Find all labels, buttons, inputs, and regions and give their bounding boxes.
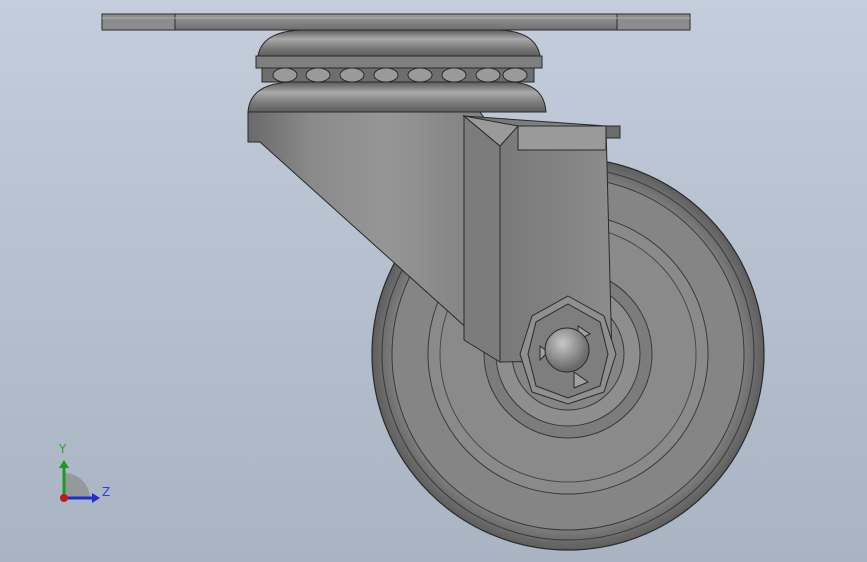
orientation-triad: Y Z [48,440,118,510]
triad-y-label: Y [59,442,67,456]
caster-wheel-model[interactable] [0,0,867,562]
graphics-viewport[interactable]: Y Z [0,0,867,562]
side-bracket [247,111,501,360]
triad-z-label: Z [102,485,111,499]
swivel-raceway [247,29,547,113]
mounting-plate [101,13,691,31]
